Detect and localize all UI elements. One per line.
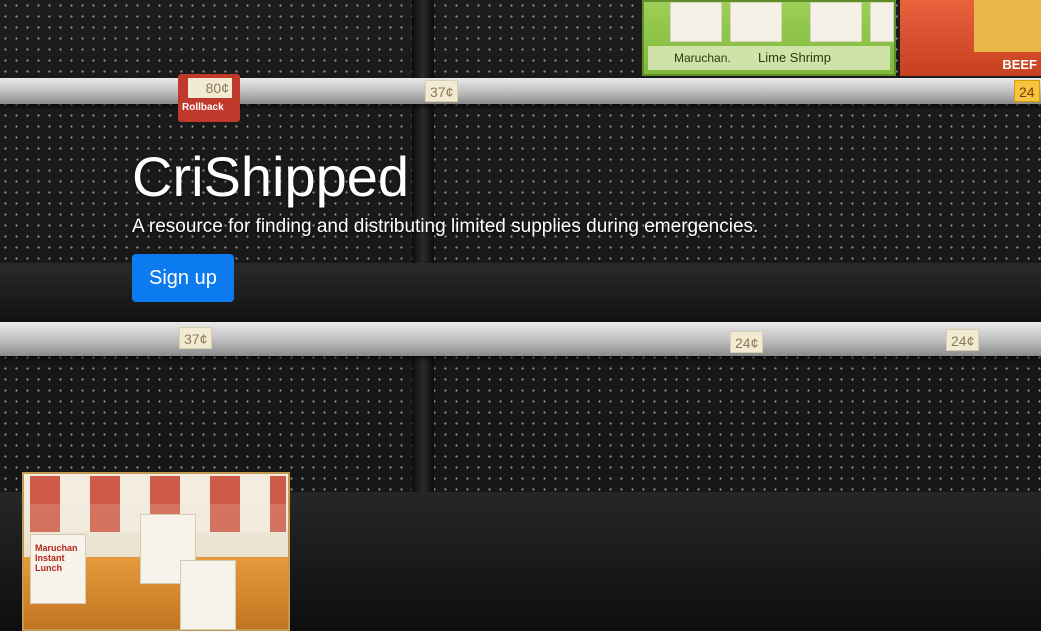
price-tag: 24¢	[730, 331, 764, 353]
noodle-cup: Maruchan Instant Lunch	[30, 534, 86, 604]
product-box-window	[974, 0, 1041, 52]
product-box-shrimp: Maruchan. Lime Shrimp	[642, 0, 896, 76]
price-tag: 24¢	[946, 329, 980, 351]
crate-brand: Maruchan Instant Lunch	[35, 543, 78, 573]
rollback-price-tag: 80¢ Rollback	[178, 74, 240, 122]
noodle-cup	[810, 2, 862, 42]
product-brand: Maruchan.	[674, 51, 731, 65]
product-box-beef: BEEF	[900, 0, 1041, 76]
signup-button[interactable]: Sign up	[132, 254, 234, 302]
noodle-cup	[180, 560, 236, 630]
page-title: CriShipped	[132, 145, 410, 208]
jumbotron: CriShipped A resource for finding and di…	[132, 145, 892, 302]
noodle-cup	[870, 2, 894, 42]
noodle-cup	[670, 2, 722, 42]
rollback-price: 80¢	[188, 78, 232, 98]
crate-row	[30, 476, 286, 504]
product-flavor: Lime Shrimp	[758, 50, 831, 65]
price-tag: 37¢	[179, 327, 213, 349]
hero-background: Maruchan. Lime Shrimp BEEF 80¢ Rollback …	[0, 0, 1041, 631]
product-crate: Maruchan Instant Lunch	[22, 472, 290, 631]
product-box-beef-label: BEEF	[1002, 57, 1037, 72]
page-subtitle: A resource for finding and distributing …	[132, 216, 759, 237]
rollback-label: Rollback	[182, 102, 224, 113]
price-tag: 37¢	[425, 80, 459, 102]
shelf-rail-top	[0, 78, 1041, 104]
noodle-cup	[730, 2, 782, 42]
price-tag: 24	[1014, 80, 1040, 102]
product-box-label: Maruchan. Lime Shrimp	[648, 46, 890, 70]
shelf-rail-middle	[0, 322, 1041, 356]
